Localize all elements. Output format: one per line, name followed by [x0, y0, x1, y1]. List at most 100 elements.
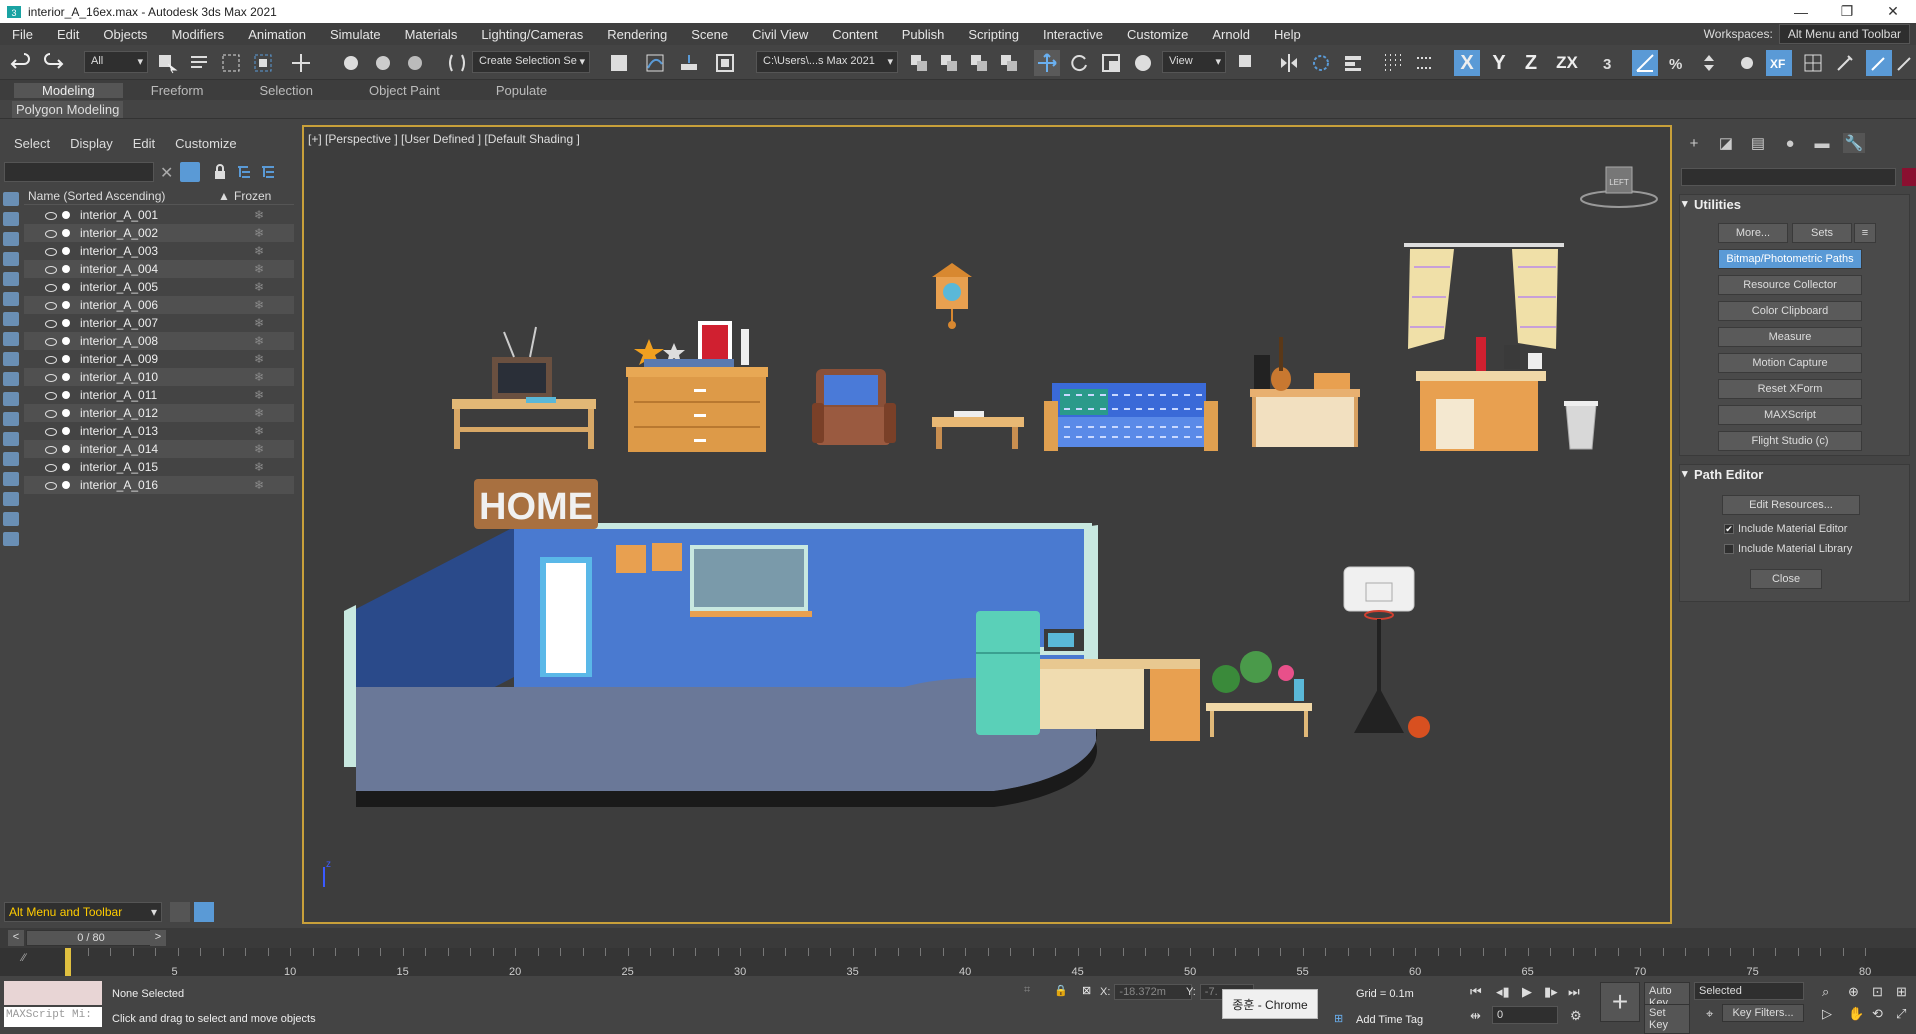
left-tool-icon[interactable] [3, 472, 19, 486]
left-tool-icon[interactable] [3, 192, 19, 206]
table-row[interactable]: interior_A_006 ❄ [24, 296, 294, 314]
sets-button[interactable]: Sets [1792, 223, 1852, 243]
x-value[interactable]: -18.372m [1114, 984, 1193, 1000]
mirror-icon[interactable] [1276, 50, 1302, 76]
align-icon[interactable] [1308, 50, 1334, 76]
display-tab-icon[interactable]: ▬ [1811, 133, 1833, 153]
hierarchy-icon[interactable] [234, 162, 254, 182]
table-row[interactable]: interior_A_007 ❄ [24, 314, 294, 332]
more-button[interactable]: More... [1718, 223, 1788, 243]
utility-button-6[interactable]: MAXScript [1718, 405, 1862, 425]
table-row[interactable]: interior_A_014 ❄ [24, 440, 294, 458]
project-path-dropdown[interactable]: C:\Users\...s Max 2021 [756, 51, 898, 73]
filter-icon[interactable] [180, 162, 200, 182]
close-path-editor-button[interactable]: Close [1750, 569, 1822, 589]
menu-scene[interactable]: Scene [679, 27, 740, 42]
frozen-snowflake-icon[interactable]: ❄ [254, 280, 264, 294]
left-tool-icon[interactable] [3, 232, 19, 246]
layer-icon-2[interactable] [936, 50, 962, 76]
left-tool-icon[interactable] [3, 292, 19, 306]
selection-filter-dropdown[interactable]: All [84, 51, 148, 73]
table-row[interactable]: interior_A_009 ❄ [24, 350, 294, 368]
layers-icon[interactable] [1340, 50, 1366, 76]
link-icon[interactable] [338, 50, 364, 76]
layer-icon-3[interactable] [966, 50, 992, 76]
layer-explorer-icon[interactable] [170, 902, 190, 922]
selection-lock-icon[interactable]: 🔒 [1054, 984, 1068, 997]
zoom-extents-icon[interactable]: ⊡ [1872, 984, 1883, 1000]
frozen-snowflake-icon[interactable]: ❄ [254, 370, 264, 384]
ribbon-tab-selection[interactable]: Selection [232, 83, 341, 98]
zoom-icon[interactable]: ⌕ [1822, 984, 1829, 1000]
ribbon-tab-object-paint[interactable]: Object Paint [341, 83, 468, 98]
render-dot-icon[interactable] [62, 319, 70, 327]
left-tool-icon[interactable] [3, 492, 19, 506]
visibility-eye-icon[interactable] [44, 210, 58, 220]
maximize-button[interactable]: ❐ [1824, 0, 1870, 23]
render-dot-icon[interactable] [62, 409, 70, 417]
table-row[interactable]: interior_A_011 ❄ [24, 386, 294, 404]
spinner-snap-icon[interactable] [1696, 50, 1722, 76]
scene-menu-select[interactable]: Select [14, 136, 50, 151]
menu-materials[interactable]: Materials [393, 27, 470, 42]
menu-lighting-cameras[interactable]: Lighting/Cameras [469, 27, 595, 42]
plant-table-model[interactable] [1206, 651, 1312, 737]
time-config-icon[interactable]: ⚙ [1570, 1008, 1582, 1024]
maxscript-listener[interactable] [4, 981, 102, 1005]
left-tool-icon[interactable] [3, 412, 19, 426]
time-tag-icon[interactable]: ⊞ [1334, 1012, 1343, 1025]
ribbon-tab-freeform[interactable]: Freeform [123, 83, 232, 98]
viewcube[interactable]: LEFT [1580, 166, 1658, 208]
left-tool-icon[interactable] [3, 452, 19, 466]
more-tools-icon[interactable] [1892, 50, 1916, 76]
play-icon[interactable]: ▶ [1522, 984, 1532, 1000]
pivot-center-icon[interactable] [1234, 50, 1260, 76]
axis-x-button[interactable]: X [1454, 50, 1480, 76]
track-bar-timeline[interactable]: 5 10 15 20 25 30 35 40 45 50 55 60 65 70 75 80 [65, 948, 1871, 978]
table-row[interactable]: interior_A_010 ❄ [24, 368, 294, 386]
zoom-all-icon[interactable]: ⊕ [1848, 984, 1859, 1000]
path-editor-header[interactable]: Path Editor [1680, 465, 1909, 485]
table-row[interactable]: interior_A_001 ❄ [24, 206, 294, 224]
key-mode-icon[interactable]: ⇹ [1470, 1008, 1481, 1024]
frozen-snowflake-icon[interactable]: ❄ [254, 424, 264, 438]
guitar-shelf-model[interactable] [1250, 337, 1360, 447]
workspace-dropdown[interactable]: Alt Menu and Toolbar [1778, 24, 1910, 44]
left-tool-icon[interactable] [3, 352, 19, 366]
snap-settings-icon[interactable] [1412, 50, 1438, 76]
visibility-eye-icon[interactable] [44, 372, 58, 382]
column-frozen[interactable]: Frozen [234, 189, 271, 203]
visibility-eye-icon[interactable] [44, 480, 58, 490]
select-object-icon[interactable] [154, 50, 180, 76]
frozen-snowflake-icon[interactable]: ❄ [254, 334, 264, 348]
left-tool-icon[interactable] [3, 312, 19, 326]
layer-icon-4[interactable] [996, 50, 1022, 76]
object-color-swatch[interactable] [1902, 168, 1916, 186]
visibility-eye-icon[interactable] [44, 282, 58, 292]
curve-editor-icon[interactable] [642, 50, 668, 76]
tv-stand-model[interactable] [452, 326, 596, 449]
visibility-eye-icon[interactable] [44, 336, 58, 346]
include-material-library-checkbox[interactable]: Include Material Library [1724, 543, 1852, 555]
basketball-hoop-model[interactable] [1343, 566, 1430, 738]
selection-set-dropdown[interactable]: Create Selection Se [472, 51, 590, 73]
utility-button-0[interactable]: Bitmap/Photometric Paths [1718, 249, 1862, 269]
select-by-name-icon[interactable] [186, 50, 212, 76]
object-name-field[interactable] [1681, 168, 1896, 186]
frozen-snowflake-icon[interactable]: ❄ [254, 406, 264, 420]
armchair-model[interactable] [812, 369, 896, 445]
scene-explorer-icon[interactable] [194, 902, 214, 922]
frozen-snowflake-icon[interactable]: ❄ [254, 442, 264, 456]
left-tool-icon[interactable] [3, 212, 19, 226]
active-tool-icon[interactable] [1866, 50, 1892, 76]
utilities-header[interactable]: Utilities [1680, 195, 1909, 215]
left-tool-icon[interactable] [3, 252, 19, 266]
left-tool-icon[interactable] [3, 332, 19, 346]
angle-snap-icon[interactable] [1632, 50, 1658, 76]
table-row[interactable]: interior_A_004 ❄ [24, 260, 294, 278]
select-and-place-icon[interactable] [1130, 50, 1156, 76]
render-dot-icon[interactable] [62, 211, 70, 219]
undo-icon[interactable] [8, 50, 34, 76]
left-tool-icon[interactable] [3, 372, 19, 386]
zoom-extents-all-icon[interactable]: ⊞ [1896, 984, 1907, 1000]
